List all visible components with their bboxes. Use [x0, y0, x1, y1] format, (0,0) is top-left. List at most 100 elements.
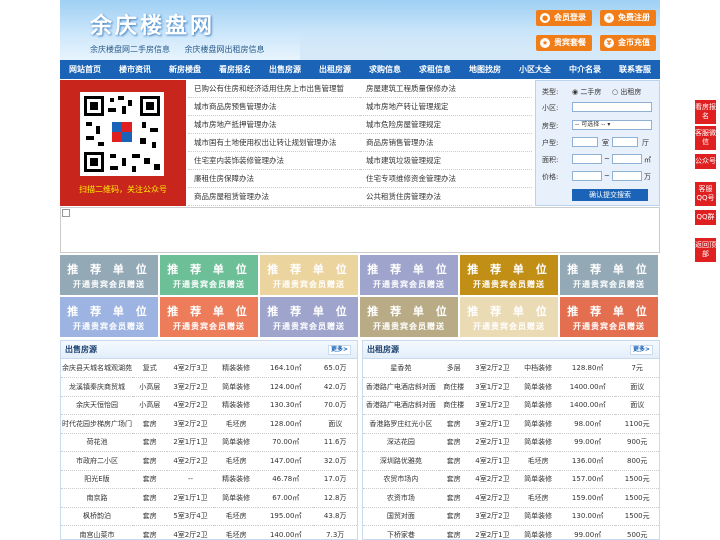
table-cell[interactable]: 荷花池	[61, 433, 133, 452]
policy-link[interactable]: 商品房销售管理办法	[360, 134, 532, 152]
table-cell[interactable]: 农贸市场内	[363, 470, 439, 489]
table-row[interactable]: 市政府二小区 套房 4室2厅2卫 毛坯房 147.00㎡ 32.0万	[61, 451, 357, 471]
radio-secondhand[interactable]: ◉ 二手房	[572, 87, 601, 97]
table-row[interactable]: 下桥家巷 套房 2室2厅1卫 简单装修 99.00㎡ 500元	[363, 525, 659, 540]
table-cell[interactable]: 南宫山菜市	[61, 525, 133, 540]
side-viewing-signup[interactable]: 看房报名	[695, 100, 716, 124]
nav-news[interactable]: 楼市资讯	[110, 60, 160, 79]
policy-link[interactable]: 公共租赁住房管理办法	[360, 188, 532, 206]
policy-link[interactable]: 城市房地产转让管理规定	[360, 98, 532, 116]
banner-image-placeholder[interactable]	[60, 207, 660, 253]
policy-link[interactable]: 城市国有土地使用权出让转让规划管理办法	[188, 134, 360, 152]
nav-for-rent[interactable]: 出租房源	[310, 60, 360, 79]
ad-slot[interactable]: 推 荐 单 位开通贵宾会员赠送	[560, 297, 658, 337]
ad-slot[interactable]: 推 荐 单 位开通贵宾会员赠送	[460, 297, 558, 337]
table-row[interactable]: 深达花园 套房 2室2厅1卫 简单装修 99.00㎡ 900元	[363, 433, 659, 452]
table-row[interactable]: 星香苑 多层 3室2厅2卫 中档装修 128.80㎡ 7元	[363, 359, 659, 378]
ad-slot[interactable]: 推 荐 单 位开通贵宾会员赠送	[560, 255, 658, 295]
table-row[interactable]: 南宫山菜市 套房 4室2厅2卫 毛坯房 140.00㎡ 7.3万	[61, 525, 357, 540]
price-max-input[interactable]	[612, 171, 642, 181]
table-cell[interactable]: 深达花园	[363, 433, 439, 452]
policy-link[interactable]: 住宅室内装饰装修管理办法	[188, 152, 360, 170]
table-cell[interactable]: 龙溪镇秦庆商贸城	[61, 377, 133, 397]
nav-for-sale[interactable]: 出售房源	[260, 60, 310, 79]
ad-slot[interactable]: 推 荐 单 位开通贵宾会员赠送	[160, 297, 258, 337]
site-logo[interactable]: 余庆楼盘网	[90, 8, 215, 40]
policy-link[interactable]: 房屋建筑工程质量保修办法	[360, 80, 532, 98]
table-cell[interactable]: 时代花园步梯房广场门	[61, 414, 133, 434]
side-official-account[interactable]: 公众号	[695, 154, 716, 169]
register-button[interactable]: + 免费注册	[600, 10, 656, 26]
nav-map-search[interactable]: 地图找房	[460, 60, 510, 79]
policy-link[interactable]: 城市房地产抵押管理办法	[188, 116, 360, 134]
policy-link[interactable]: 商品房屋租赁管理办法	[188, 188, 360, 206]
table-row[interactable]: 时代花园步梯房广场门 套房 3室2厅2卫 毛坯房 128.00㎡ 面议	[61, 414, 357, 434]
nav-viewing-signup[interactable]: 看房报名	[210, 60, 260, 79]
side-back-to-top[interactable]: 返回顶部	[695, 238, 716, 262]
nav-new-homes[interactable]: 新房楼盘	[160, 60, 210, 79]
table-row[interactable]: 农贸市场内 套房 4室2厅2卫 简单装修 157.00㎡ 1500元	[363, 470, 659, 489]
policy-link[interactable]: 住宅专项维修资金管理办法	[360, 170, 532, 188]
side-wechat[interactable]: 客服微信	[695, 126, 716, 150]
ad-slot[interactable]: 推 荐 单 位开通贵宾会员赠送	[260, 297, 358, 337]
table-row[interactable]: 国贸对面 套房 3室2厅2卫 简单装修 130.00㎡ 1500元	[363, 507, 659, 526]
table-row[interactable]: 深圳路优雅苑 套房 4室2厅1卫 毛坯房 136.00㎡ 800元	[363, 451, 659, 471]
table-row[interactable]: 阳光E版 套房 -- 精装装修 46.78㎡ 17.0万	[61, 470, 357, 489]
table-cell[interactable]: 市政府二小区	[61, 451, 133, 471]
table-row[interactable]: 龙溪镇秦庆商贸城 小高层 3室2厅2卫 简单装修 124.00㎡ 42.0万	[61, 377, 357, 397]
table-cell[interactable]: 香港路罗庄红光小区	[363, 414, 439, 434]
ad-slot[interactable]: 推 荐 单 位开通贵宾会员赠送	[60, 297, 158, 337]
table-cell[interactable]: 香港路广电酒店斜对面	[363, 377, 439, 397]
policy-link[interactable]: 城市商品房预售管理办法	[188, 98, 360, 116]
table-cell[interactable]: 南京路	[61, 488, 133, 508]
ad-slot[interactable]: 推 荐 单 位开通贵宾会员赠送	[60, 255, 158, 295]
table-row[interactable]: 南京路 套房 2室1厅1卫 简单装修 67.00㎡ 12.8万	[61, 488, 357, 508]
ad-slot[interactable]: 推 荐 单 位开通贵宾会员赠送	[460, 255, 558, 295]
table-cell[interactable]: 余庆县天城名城观湖苑	[61, 359, 133, 378]
table-row[interactable]: 荷花池 套房 2室1厅1卫 简单装修 70.00㎡ 11.6万	[61, 433, 357, 452]
table-cell[interactable]: 深圳路优雅苑	[363, 451, 439, 471]
room-select[interactable]: -- 可选择 -- ▾	[572, 120, 652, 130]
login-button[interactable]: ● 会员登录	[536, 10, 592, 26]
secondhand-link[interactable]: 余庆楼盘网二手房信息	[90, 45, 170, 54]
size-min-input[interactable]	[572, 154, 602, 164]
table-row[interactable]: 余庆县天城名城观湖苑 复式 4室2厅3卫 精装装修 164.10㎡ 65.0万	[61, 359, 357, 378]
ad-slot[interactable]: 推 荐 单 位开通贵宾会员赠送	[260, 255, 358, 295]
policy-link[interactable]: 廉租住房保障办法	[188, 170, 360, 188]
table-cell[interactable]: 枫桥韵泊	[61, 507, 133, 526]
ad-slot[interactable]: 推 荐 单 位开通贵宾会员赠送	[360, 297, 458, 337]
radio-rental[interactable]: ○ 出租房	[612, 87, 641, 97]
rent-more-link[interactable]: 更多>	[629, 345, 653, 355]
side-qq[interactable]: 客服QQ号	[695, 182, 716, 206]
rental-link[interactable]: 余庆楼盘网出租房信息	[185, 45, 265, 54]
livingroom-select[interactable]	[612, 137, 638, 147]
table-row[interactable]: 余庆天恒怡园 小高层 4室2厅2卫 精装装修 130.30㎡ 70.0万	[61, 396, 357, 415]
vip-package-button[interactable]: ★ 贵宾套餐	[536, 35, 592, 51]
table-row[interactable]: 枫桥韵泊 套房 5室3厅4卫 毛坯房 195.00㎡ 43.8万	[61, 507, 357, 526]
nav-home[interactable]: 网站首页	[60, 60, 110, 79]
table-cell[interactable]: 星香苑	[363, 359, 439, 378]
table-cell[interactable]: 余庆天恒怡园	[61, 396, 133, 415]
table-cell[interactable]: 阳光E版	[61, 470, 133, 489]
table-cell[interactable]: 农资市场	[363, 488, 439, 508]
sale-more-link[interactable]: 更多>	[327, 345, 351, 355]
ad-slot[interactable]: 推 荐 单 位开通贵宾会员赠送	[160, 255, 258, 295]
table-cell[interactable]: 国贸对面	[363, 507, 439, 526]
table-row[interactable]: 香港路罗庄红光小区 套房 3室2厅1卫 简单装修 98.00㎡ 1100元	[363, 414, 659, 434]
price-min-input[interactable]	[572, 171, 602, 181]
nav-contact[interactable]: 联系客服	[610, 60, 660, 79]
search-submit-button[interactable]: 确认提交搜索	[572, 189, 648, 201]
community-input[interactable]	[572, 102, 652, 112]
policy-link[interactable]: 城市建筑垃圾管理规定	[360, 152, 532, 170]
table-cell[interactable]: 香港路广电酒店斜对面	[363, 396, 439, 415]
bedroom-select[interactable]	[572, 137, 598, 147]
size-max-input[interactable]	[612, 154, 642, 164]
table-row[interactable]: 农资市场 套房 4室2厅2卫 毛坯房 159.00㎡ 1500元	[363, 488, 659, 508]
nav-wanted-rent[interactable]: 求租信息	[410, 60, 460, 79]
side-qq-group[interactable]: QQ群	[695, 210, 716, 225]
table-row[interactable]: 香港路广电酒店斜对面 商住楼 3室1厅2卫 简单装修 1400.00㎡ 面议	[363, 377, 659, 397]
table-row[interactable]: 香港路广电酒店斜对面 商住楼 3室1厅2卫 简单装修 1400.00㎡ 面议	[363, 396, 659, 415]
policy-link[interactable]: 已购公有住房和经济适用住房上市出售管理暂	[188, 80, 360, 98]
table-cell[interactable]: 下桥家巷	[363, 525, 439, 540]
policy-link[interactable]: 城市危险房屋管理规定	[360, 116, 532, 134]
